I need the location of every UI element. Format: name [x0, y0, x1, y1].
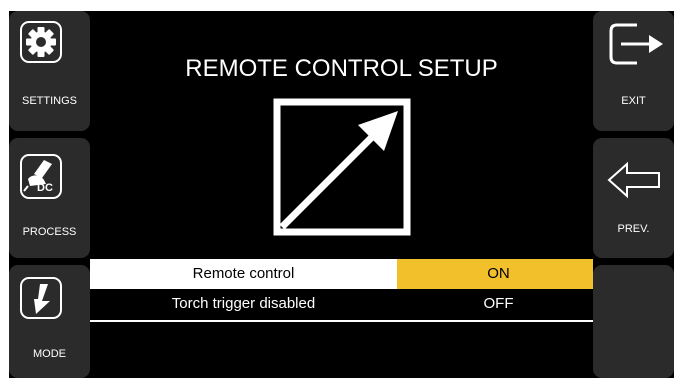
trigger-icon	[20, 277, 62, 319]
remote-control-value[interactable]: ON	[397, 259, 600, 289]
torch-trigger-row[interactable]: Torch trigger disabled OFF	[90, 289, 600, 319]
exit-label: EXIT	[621, 95, 646, 107]
remote-arrow-icon	[273, 98, 411, 236]
settings-button[interactable]: SETTINGS	[9, 11, 90, 131]
right-menu: EXIT PREV.	[593, 11, 674, 378]
left-menu: SETTINGS DC PROCESS MODE	[9, 11, 90, 378]
settings-label: SETTINGS	[21, 95, 77, 107]
mode-button[interactable]: MODE	[9, 265, 90, 378]
torch-trigger-value[interactable]: OFF	[397, 289, 600, 319]
torch-icon: DC	[20, 154, 62, 199]
back-arrow-icon	[607, 161, 660, 199]
prev-button[interactable]: PREV.	[593, 138, 674, 258]
torch-trigger-label: Torch trigger disabled	[171, 295, 316, 312]
remote-control-label: Remote control	[90, 259, 397, 289]
remote-control-row[interactable]: Remote control ON	[90, 259, 600, 289]
mode-label: MODE	[33, 348, 66, 360]
process-label: PROCESS	[22, 226, 77, 238]
main-panel: REMOTE CONTROL SETUP Remote control ON T…	[90, 11, 600, 378]
row-divider	[90, 320, 600, 322]
gear-icon	[20, 21, 62, 63]
empty-button	[593, 265, 674, 378]
welder-screen: SETTINGS DC PROCESS MODE REMOTE CONTROL …	[9, 11, 674, 378]
exit-arrow-icon	[609, 23, 663, 65]
process-badge: DC	[37, 182, 53, 194]
process-button[interactable]: DC PROCESS	[9, 138, 90, 258]
page-title: REMOTE CONTROL SETUP	[185, 55, 498, 82]
exit-button[interactable]: EXIT	[593, 11, 674, 131]
prev-label: PREV.	[617, 223, 650, 235]
